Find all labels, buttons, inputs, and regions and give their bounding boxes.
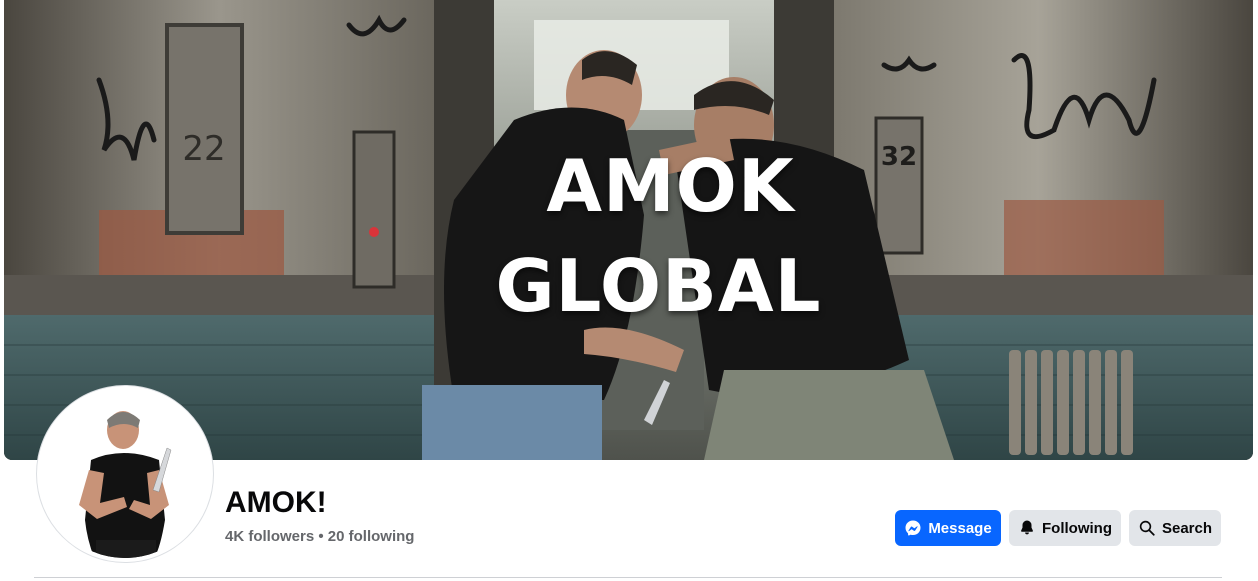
cover-illustration: 22 32 (4, 0, 1253, 460)
profile-stats: 4K followers • 20 following (225, 528, 414, 545)
following-button[interactable]: Following (1009, 510, 1121, 546)
messenger-icon (904, 519, 922, 537)
profile-avatar[interactable] (37, 386, 213, 562)
profile-page: 22 32 AMOK GLOBAL AMOK! 4K followers • 2… (0, 0, 1258, 581)
search-icon (1138, 519, 1156, 537)
following-button-label: Following (1042, 519, 1112, 537)
bell-icon (1018, 519, 1036, 537)
message-button-label: Message (928, 519, 992, 537)
cover-title-line1: AMOK (546, 144, 795, 228)
search-button-label: Search (1161, 519, 1213, 537)
cover-photo[interactable]: 22 32 AMOK GLOBAL (4, 0, 1253, 460)
search-button[interactable]: Search (1129, 510, 1221, 546)
followers-link[interactable]: 4K followers (225, 528, 314, 545)
profile-name: AMOK! (225, 486, 327, 519)
header-divider (34, 577, 1222, 578)
stats-separator: • (314, 528, 328, 545)
avatar-illustration (41, 390, 209, 558)
following-link[interactable]: 20 following (328, 528, 415, 545)
cover-title-line2: GLOBAL (495, 244, 822, 328)
message-button[interactable]: Message (895, 510, 1001, 546)
